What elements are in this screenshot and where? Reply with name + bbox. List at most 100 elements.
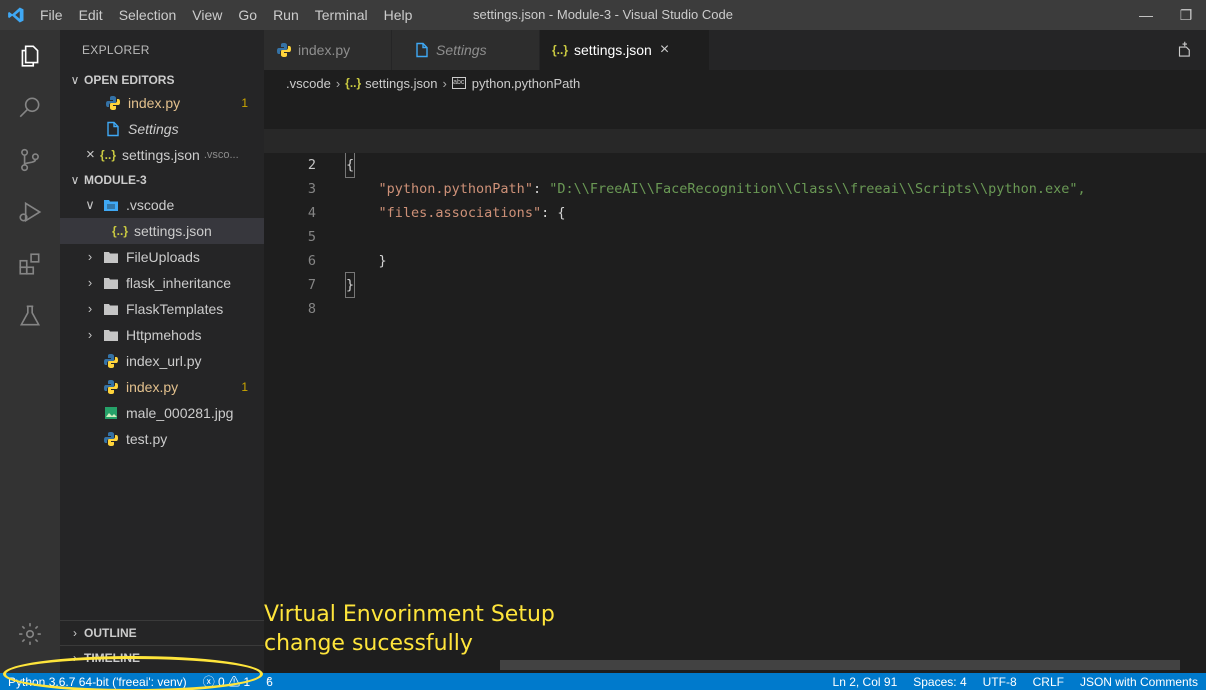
code-line: 8: [264, 273, 1206, 317]
json-file-icon: {..}: [99, 148, 116, 162]
tree-item-label: index_url.py: [126, 353, 202, 369]
python-file-icon: [102, 352, 120, 370]
settings-gear-icon[interactable]: [0, 608, 60, 660]
close-icon[interactable]: ×: [86, 142, 98, 168]
chevron-right-icon: ›: [73, 650, 77, 665]
open-editor-label: settings.json: [122, 147, 200, 163]
live-share-icon[interactable]: ϐ: [258, 675, 281, 689]
tree-item-label: Httpmehods: [126, 327, 202, 343]
chevron-right-icon: ›: [87, 249, 93, 264]
chevron-right-icon: ›: [73, 625, 77, 640]
tab-settings-json[interactable]: {..} settings.json ×: [540, 30, 710, 70]
code-line: 6 }: [264, 225, 1206, 298]
breadcrumb-item[interactable]: .vscode: [286, 76, 331, 91]
open-changes-icon[interactable]: [1162, 30, 1206, 70]
menu-edit[interactable]: Edit: [71, 0, 111, 30]
menu-file[interactable]: File: [32, 0, 71, 30]
annotation-text: Virtual Envorinment Setup change sucessf…: [264, 600, 555, 658]
explorer-sidebar: EXPLORER ∨ OPEN EDITORS index.py 1 Setti…: [60, 30, 264, 673]
menu-view[interactable]: View: [184, 0, 230, 30]
tab-settings[interactable]: Settings: [392, 30, 540, 70]
python-file-icon: [102, 430, 120, 448]
problem-count-badge: 1: [241, 380, 248, 394]
tree-file-male-jpg[interactable]: male_000281.jpg: [60, 400, 264, 426]
tab-label: Settings: [436, 42, 487, 58]
folder-icon: [102, 248, 120, 266]
line-number: 8: [307, 301, 316, 317]
code-line: 2 "python.pythonPath": "D:\\FreeAI\\Face…: [264, 129, 1206, 197]
tree-folder-fileuploads[interactable]: › FileUploads: [60, 244, 264, 270]
folder-icon: [102, 300, 120, 318]
indentation[interactable]: Spaces: 4: [905, 675, 974, 689]
source-control-icon[interactable]: [0, 134, 60, 186]
chevron-down-icon: ∨: [70, 173, 80, 187]
menu-terminal[interactable]: Terminal: [307, 0, 376, 30]
code-line: 4: [264, 177, 1206, 221]
module-3-section[interactable]: ∨ MODULE-3: [60, 168, 264, 192]
outline-section[interactable]: › OUTLINE: [60, 620, 264, 644]
extensions-icon[interactable]: [0, 238, 60, 290]
tree-file-index-py[interactable]: index.py 1: [60, 374, 264, 400]
testing-icon[interactable]: [0, 290, 60, 342]
menu-bar: File Edit Selection View Go Run Terminal…: [32, 0, 420, 30]
settings-file-icon: [414, 42, 430, 58]
tree-folder-flask-inheritance[interactable]: › flask_inheritance: [60, 270, 264, 296]
editor-tabs: index.py Settings {..} settings.json ×: [264, 30, 1206, 70]
restore-icon[interactable]: ❐: [1166, 0, 1206, 30]
tab-index-py[interactable]: index.py: [264, 30, 392, 70]
horizontal-scrollbar[interactable]: [500, 660, 1180, 670]
breadcrumb: .vscode › {..} settings.json › abc pytho…: [264, 70, 1206, 96]
code-line: 7: [264, 249, 1206, 293]
open-editor-item[interactable]: index.py 1: [60, 90, 264, 116]
open-editor-item[interactable]: × {..} settings.json .vsco...: [60, 142, 264, 168]
tree-item-label: test.py: [126, 431, 168, 447]
title-bar: File Edit Selection View Go Run Terminal…: [0, 0, 1206, 30]
menu-help[interactable]: Help: [376, 0, 421, 30]
vscode-logo-icon: [0, 0, 32, 30]
run-debug-icon[interactable]: [0, 186, 60, 238]
vscode-window: File Edit Selection View Go Run Terminal…: [0, 0, 1206, 690]
tree-file-test-py[interactable]: test.py: [60, 426, 264, 452]
cursor-position[interactable]: Ln 2, Col 91: [825, 675, 906, 689]
open-editor-label: index.py: [128, 95, 181, 111]
tree-file-settings-json[interactable]: {..} settings.json: [60, 218, 264, 244]
tree-item-label: flask_inheritance: [126, 275, 232, 291]
search-icon[interactable]: [0, 82, 60, 134]
end-of-line[interactable]: CRLF: [1025, 675, 1072, 689]
problems-indicator[interactable]: ⓧ 0 ⚠ 1: [195, 673, 258, 690]
code-line: 5 }: [264, 201, 1206, 269]
open-editors-section[interactable]: ∨ OPEN EDITORS: [60, 70, 264, 90]
outline-title: OUTLINE: [84, 625, 137, 640]
tree-file-index-url-py[interactable]: index_url.py: [60, 348, 264, 374]
menu-selection[interactable]: Selection: [111, 0, 185, 30]
code-editor[interactable]: 1 { 2 "python.pythonPath": "D:\\FreeAI\\…: [264, 96, 1206, 673]
chevron-right-icon: ›: [87, 301, 93, 316]
menu-run[interactable]: Run: [265, 0, 307, 30]
explorer-header: EXPLORER: [82, 43, 150, 57]
explorer-icon[interactable]: [0, 30, 60, 82]
tree-item-label: settings.json: [134, 223, 212, 239]
tree-item-label: FileUploads: [126, 249, 200, 265]
encoding[interactable]: UTF-8: [975, 675, 1025, 689]
annotation-line-1: Virtual Envorinment Setup: [264, 602, 555, 627]
chevron-right-icon: ›: [87, 327, 93, 342]
settings-file-icon: [104, 120, 122, 138]
minimize-icon[interactable]: —: [1126, 0, 1166, 30]
python-file-icon: [102, 378, 120, 396]
tree-folder-httpmehods[interactable]: › Httpmehods: [60, 322, 264, 348]
tree-folder-flasktemplates[interactable]: › FlaskTemplates: [60, 296, 264, 322]
breadcrumb-item[interactable]: settings.json: [365, 76, 437, 91]
string-symbol-icon: abc: [451, 77, 466, 89]
close-icon[interactable]: ×: [660, 41, 669, 59]
code-line: 3 "files.associations": {: [264, 153, 1206, 221]
breadcrumb-item[interactable]: python.pythonPath: [472, 76, 580, 91]
chevron-right-icon: ›: [442, 75, 447, 91]
status-bar: Python 3.6.7 64-bit ('freeai': venv) ⓧ 0…: [0, 673, 1206, 690]
menu-go[interactable]: Go: [230, 0, 265, 30]
python-interpreter[interactable]: Python 3.6.7 64-bit ('freeai': venv): [0, 675, 195, 689]
language-mode[interactable]: JSON with Comments: [1072, 675, 1206, 689]
json-file-icon: {..}: [552, 43, 569, 57]
open-editor-item[interactable]: Settings: [60, 116, 264, 142]
timeline-section[interactable]: › TIMELINE: [60, 645, 264, 669]
tree-folder-vscode[interactable]: ∨ .vscode: [60, 192, 264, 218]
